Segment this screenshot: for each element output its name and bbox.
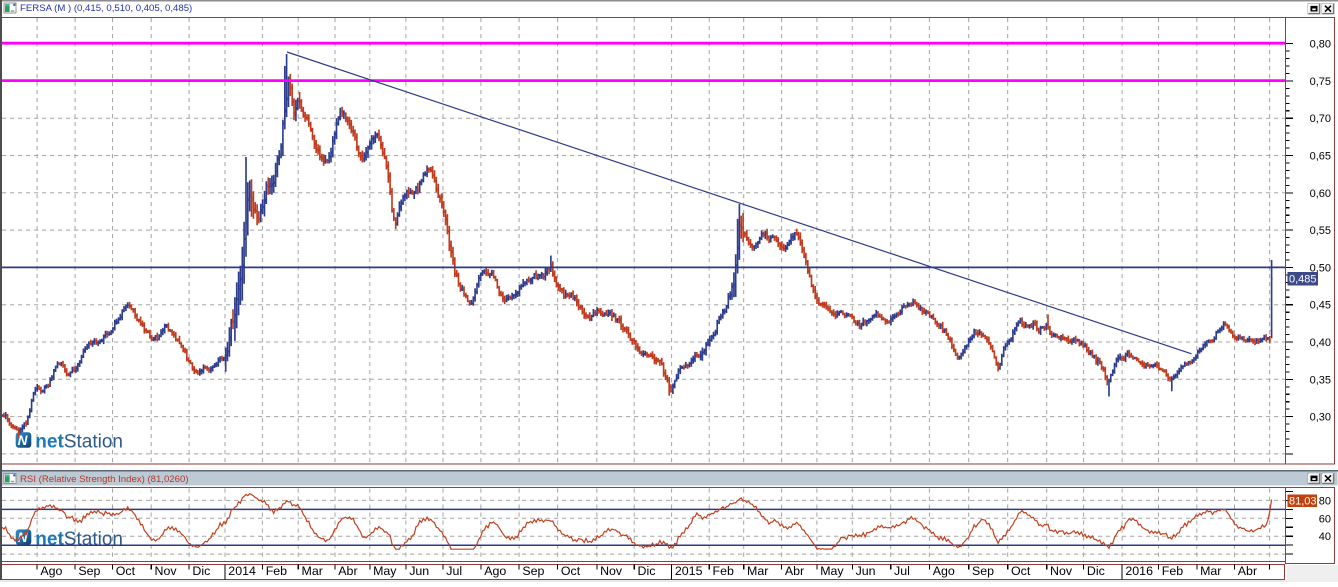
svg-text:Abr: Abr: [785, 564, 804, 578]
svg-text:Jul: Jul: [446, 564, 462, 578]
svg-text:0,55: 0,55: [1310, 225, 1331, 237]
svg-text:Nov: Nov: [1050, 564, 1073, 578]
svg-text:2016: 2016: [1125, 564, 1153, 578]
svg-text:Abr: Abr: [338, 564, 357, 578]
svg-text:Jun: Jun: [409, 564, 429, 578]
svg-text:May: May: [373, 564, 397, 578]
svg-text:0,60: 0,60: [1310, 188, 1331, 200]
svg-text:81,03: 81,03: [1289, 496, 1317, 508]
svg-text:40: 40: [1319, 531, 1331, 543]
svg-text:Jun: Jun: [856, 564, 876, 578]
svg-text:Mar: Mar: [1200, 564, 1221, 578]
svg-text:Nov: Nov: [155, 564, 178, 578]
svg-text:Oct: Oct: [1011, 564, 1031, 578]
svg-text:RSI (Relative Strength Index): RSI (Relative Strength Index) (81,0260): [20, 474, 189, 485]
svg-text:0,485: 0,485: [1289, 274, 1317, 286]
svg-text:0,40: 0,40: [1310, 337, 1331, 349]
svg-text:Sep: Sep: [78, 564, 100, 578]
svg-text:60: 60: [1319, 513, 1331, 525]
svg-text:2014: 2014: [228, 564, 256, 578]
svg-text:Mar: Mar: [302, 564, 323, 578]
svg-text:0,65: 0,65: [1310, 151, 1331, 163]
svg-text:Nov: Nov: [600, 564, 623, 578]
svg-text:80: 80: [1319, 495, 1331, 507]
svg-text:Dic: Dic: [1087, 564, 1105, 578]
svg-text:Dic: Dic: [192, 564, 210, 578]
svg-text:0,80: 0,80: [1310, 39, 1331, 51]
svg-text:0,70: 0,70: [1310, 113, 1331, 125]
svg-text:Ago: Ago: [933, 564, 955, 578]
svg-text:Ago: Ago: [40, 564, 62, 578]
svg-text:Mar: Mar: [747, 564, 768, 578]
svg-text:netStation: netStation: [35, 529, 123, 550]
svg-text:May: May: [820, 564, 844, 578]
svg-text:Feb: Feb: [1162, 564, 1183, 578]
svg-text:Oct: Oct: [561, 564, 581, 578]
svg-text:Feb: Feb: [266, 564, 287, 578]
svg-text:Dic: Dic: [638, 564, 656, 578]
svg-text:0,75: 0,75: [1310, 76, 1331, 88]
svg-text:Oct: Oct: [116, 564, 136, 578]
svg-text:Sep: Sep: [522, 564, 544, 578]
svg-text:netStation: netStation: [35, 432, 123, 453]
svg-text:Sep: Sep: [972, 564, 994, 578]
svg-text:2015: 2015: [675, 564, 703, 578]
svg-text:0,35: 0,35: [1310, 374, 1331, 386]
svg-text:Ago: Ago: [484, 564, 506, 578]
svg-text:0,45: 0,45: [1310, 300, 1331, 312]
svg-text:Abr: Abr: [1238, 564, 1257, 578]
svg-text:0,30: 0,30: [1310, 412, 1331, 424]
svg-text:FERSA (M ) (0,415, 0,510, 0,40: FERSA (M ) (0,415, 0,510, 0,405, 0,485): [20, 3, 192, 14]
svg-text:Feb: Feb: [713, 564, 734, 578]
svg-text:Jul: Jul: [894, 564, 910, 578]
